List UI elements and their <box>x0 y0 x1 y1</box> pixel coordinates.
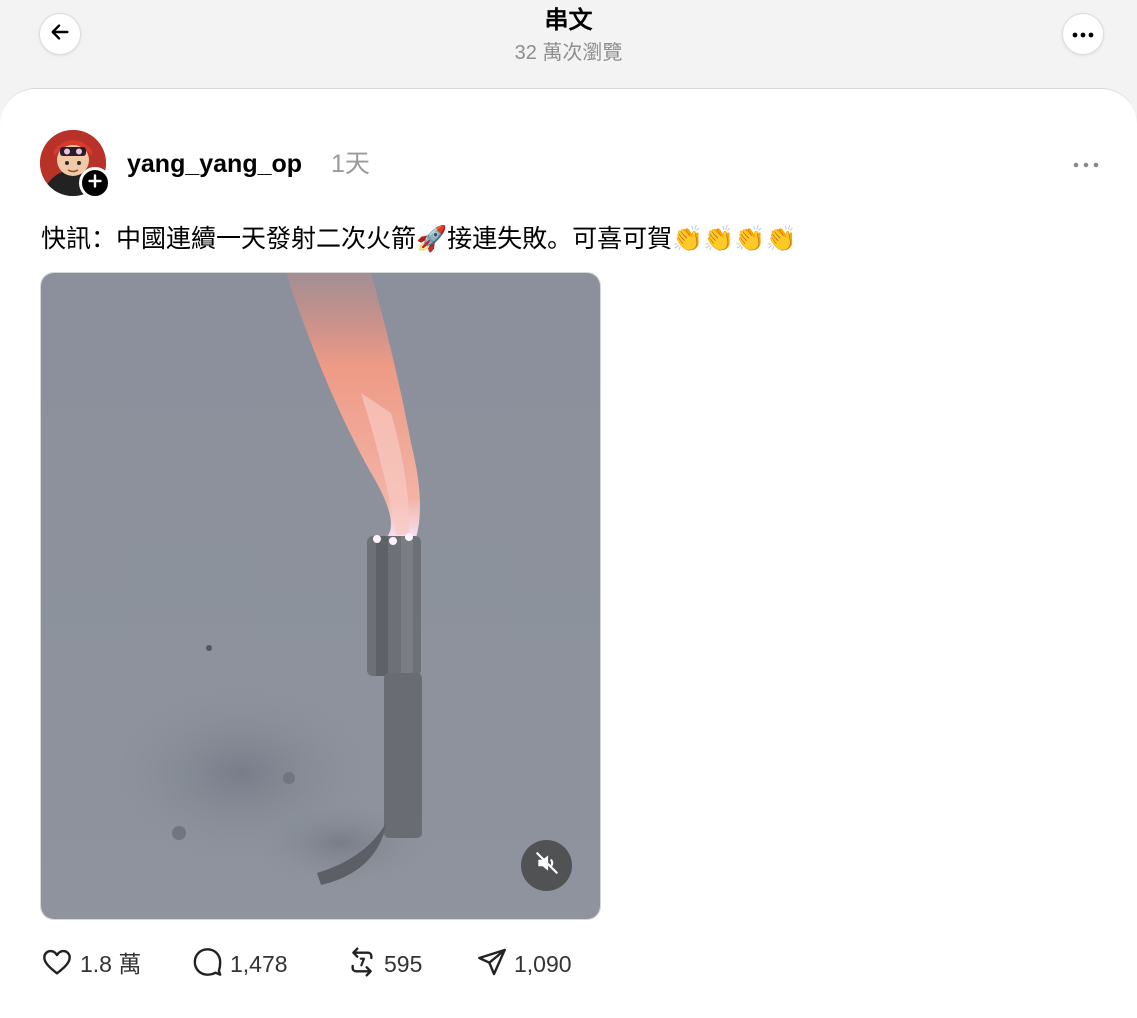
repost-icon <box>346 946 378 983</box>
reply-count: 1,478 <box>230 951 288 977</box>
send-icon <box>476 946 508 983</box>
reply-button[interactable]: 1,478 <box>191 945 288 983</box>
view-count: 32 萬次瀏覽 <box>514 42 623 64</box>
follow-button[interactable] <box>79 167 111 199</box>
post-video[interactable] <box>40 272 601 920</box>
ellipsis-icon <box>1073 155 1099 173</box>
more-options-button[interactable] <box>1062 13 1104 55</box>
share-button[interactable]: 1,090 <box>476 945 572 983</box>
mute-button[interactable] <box>521 840 572 891</box>
repost-button[interactable]: 595 <box>346 945 422 983</box>
heart-icon <box>40 946 74 983</box>
like-count: 1.8 萬 <box>80 951 142 977</box>
ellipsis-icon <box>1072 25 1094 43</box>
comment-icon <box>191 946 224 983</box>
share-count: 1,090 <box>514 951 572 977</box>
username[interactable]: yang_yang_op <box>127 148 302 180</box>
post-text: 快訊：中國連續一天發射二次火箭🚀接連失敗。可喜可賀👏👏👏👏 <box>41 225 797 253</box>
repost-count: 595 <box>384 951 423 977</box>
post-timestamp[interactable]: 1天 <box>331 148 370 180</box>
speaker-muted-icon <box>534 850 560 881</box>
top-bar: 串文 32 萬次瀏覽 <box>0 0 1137 90</box>
plus-icon <box>88 173 102 193</box>
like-button[interactable]: 1.8 萬 <box>40 945 141 983</box>
page-title: 串文 <box>544 7 593 34</box>
post-more-button[interactable] <box>1068 150 1104 178</box>
